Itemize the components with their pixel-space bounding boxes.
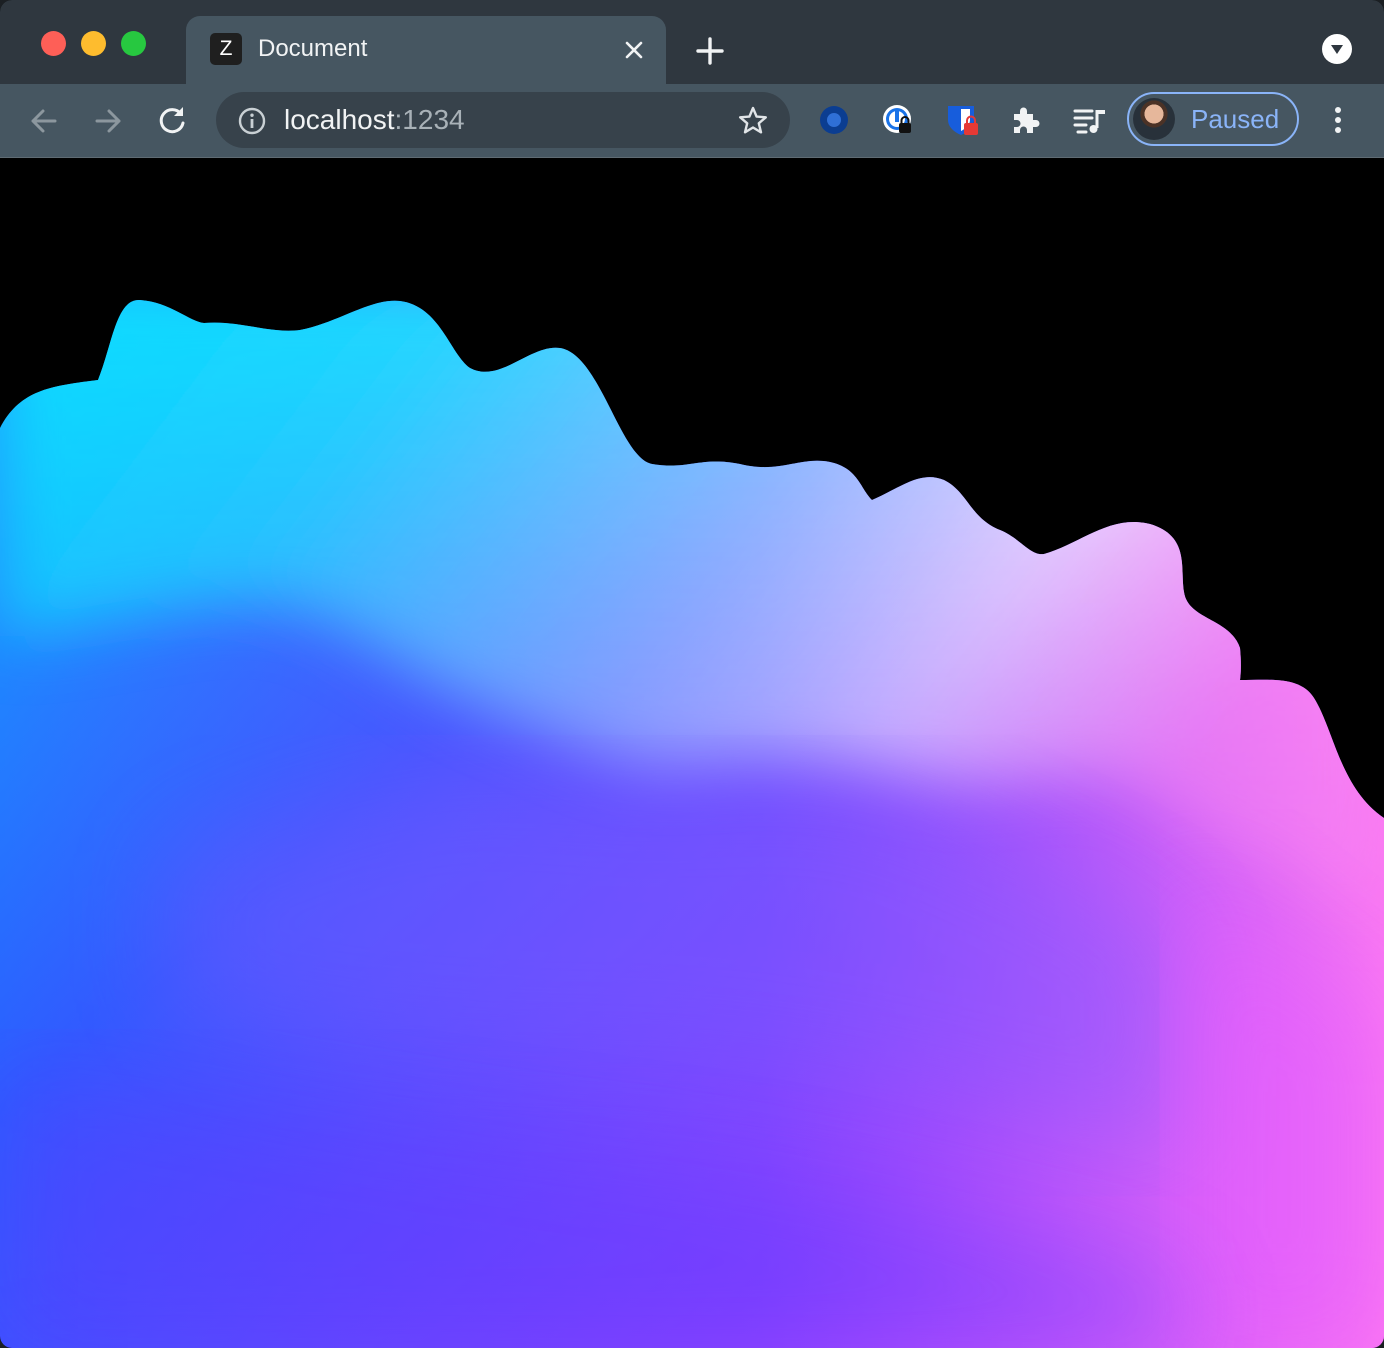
info-icon[interactable]	[236, 105, 268, 137]
profile-button[interactable]: Paused	[1127, 92, 1299, 146]
url-text: localhost:1234	[284, 103, 465, 137]
arrow-right-icon[interactable]	[89, 102, 127, 140]
address-bar[interactable]: localhost:1234	[216, 92, 790, 148]
media-queue-icon[interactable]	[1072, 102, 1108, 138]
more-vert-icon[interactable]	[1320, 102, 1356, 138]
reload-icon[interactable]	[153, 102, 191, 140]
minimize-window-button[interactable]	[81, 31, 106, 56]
new-tab-icon[interactable]	[692, 33, 728, 69]
star-icon[interactable]	[736, 104, 770, 138]
browser-window: Z Document localhost:1234 Paused	[0, 0, 1384, 1348]
puzzle-icon[interactable]	[1008, 102, 1044, 138]
url-port: :1234	[394, 104, 465, 135]
tab-search-button[interactable]	[1322, 34, 1352, 64]
title-bar: Z Document	[0, 0, 1384, 84]
tab-title: Document	[258, 35, 368, 62]
profile-status-label: Paused	[1191, 104, 1280, 134]
toolbar: localhost:1234 Paused	[0, 84, 1384, 158]
password-manager-icon[interactable]	[880, 102, 916, 138]
tab-document[interactable]: Z Document	[186, 16, 666, 84]
tab-favicon: Z	[210, 33, 242, 65]
circle-extension-icon[interactable]	[816, 102, 852, 138]
zoom-window-button[interactable]	[121, 31, 146, 56]
url-host: localhost	[284, 104, 395, 135]
avatar	[1133, 98, 1175, 140]
page-canvas	[0, 158, 1384, 1348]
close-icon[interactable]	[618, 34, 650, 66]
arrow-left-icon[interactable]	[25, 102, 63, 140]
chevron-down-icon	[1331, 45, 1343, 54]
close-window-button[interactable]	[41, 31, 66, 56]
gradient-wave-graphic	[0, 299, 1384, 1348]
shield-extension-icon[interactable]	[944, 102, 980, 138]
